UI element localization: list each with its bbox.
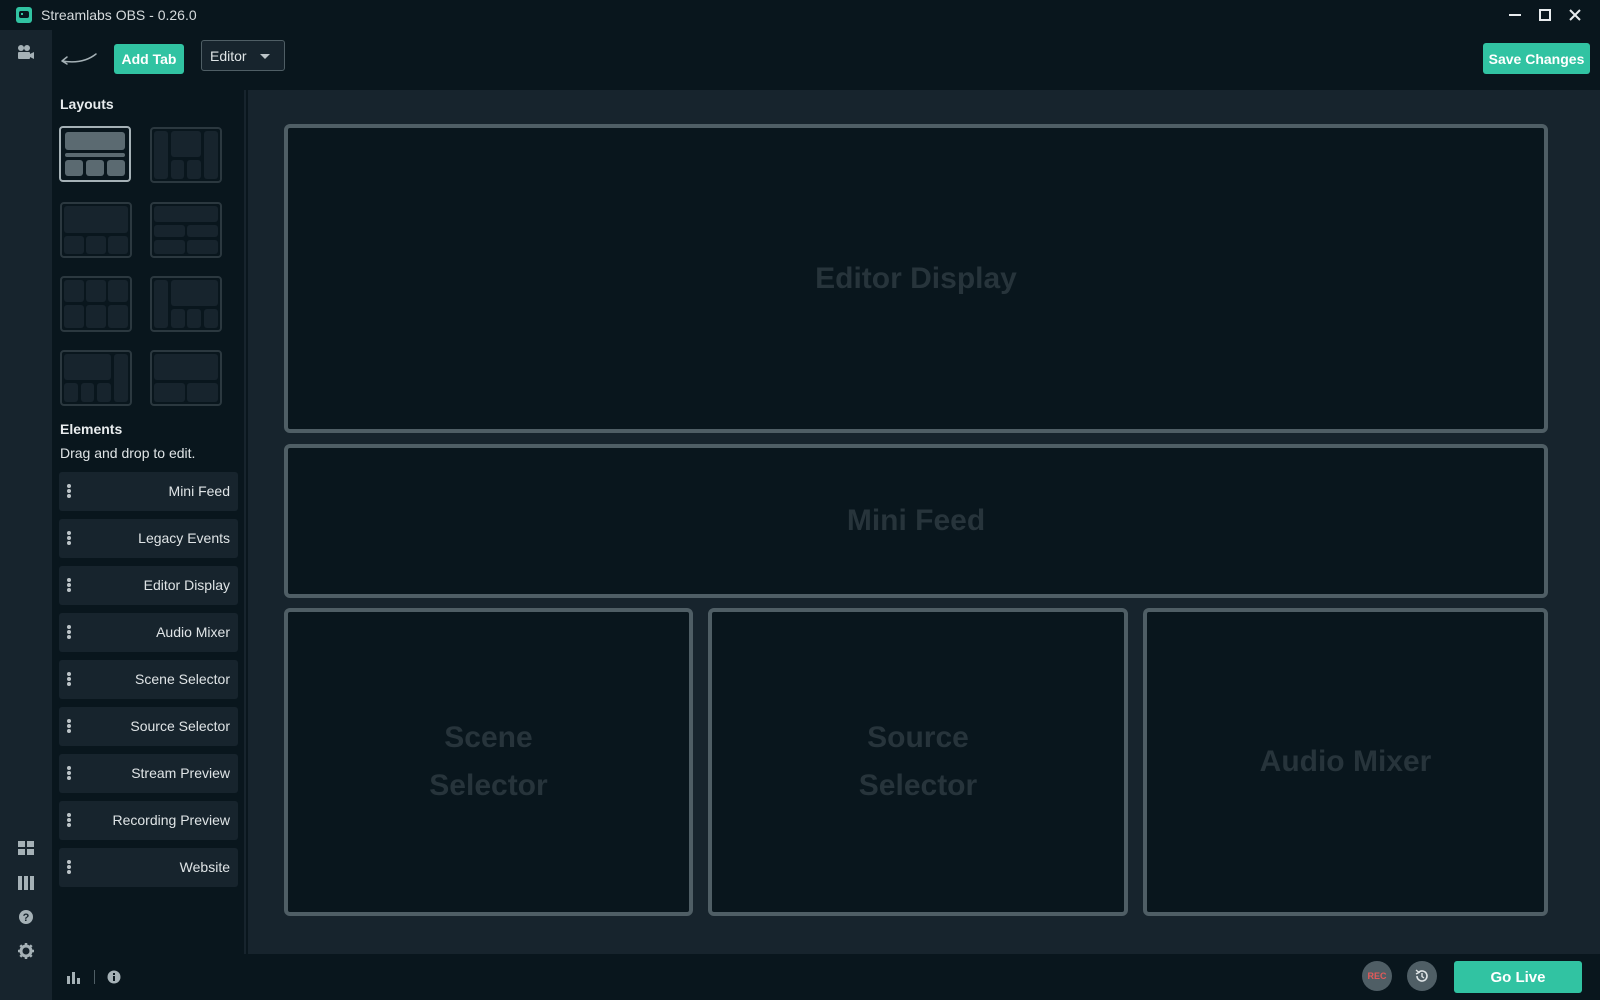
rec-label: REC <box>1367 971 1387 981</box>
window-title: Streamlabs OBS - 0.26.0 <box>41 7 197 23</box>
nav-rail: ? <box>0 30 52 1000</box>
maximize-button[interactable] <box>1530 0 1560 30</box>
title-bar: Streamlabs OBS - 0.26.0 <box>0 0 1600 30</box>
element-website[interactable]: Website <box>59 848 238 887</box>
drag-handle-icon <box>67 719 71 733</box>
element-stream-preview[interactable]: Stream Preview <box>59 754 238 793</box>
maximize-icon <box>1539 9 1551 21</box>
slot-audio-mixer[interactable]: Audio Mixer <box>1143 608 1548 916</box>
layout-option-two-pane[interactable] <box>150 127 222 183</box>
layout-option-sidebar-right[interactable] <box>60 350 132 406</box>
drag-handle-icon <box>67 766 71 780</box>
drag-handle-icon <box>67 813 71 827</box>
drag-handle-icon <box>67 578 71 592</box>
layout-sidebar: Layouts Elements Drag and drop to edit. … <box>52 90 246 954</box>
layout-option-default[interactable] <box>59 126 131 182</box>
svg-text:?: ? <box>23 912 30 924</box>
save-changes-button[interactable]: Save Changes <box>1483 43 1590 74</box>
go-live-button[interactable]: Go Live <box>1454 961 1582 993</box>
elements-hint: Drag and drop to edit. <box>60 445 196 461</box>
element-label: Scene Selector <box>135 671 230 687</box>
editor-tab-select-value: Editor <box>210 47 247 64</box>
element-mini-feed[interactable]: Mini Feed <box>59 472 238 511</box>
slot-label: Audio Mixer <box>1259 745 1432 778</box>
studio-camera-icon[interactable] <box>16 42 36 62</box>
back-arrow-icon[interactable] <box>56 48 100 70</box>
drag-handle-icon <box>67 860 71 874</box>
chevron-down-icon <box>260 54 270 59</box>
layout-canvas: Editor Display Mini Feed Scene Selector … <box>248 90 1600 954</box>
layout-option-grid[interactable] <box>60 276 132 332</box>
slot-label: Editor Display <box>815 261 1017 295</box>
slot-label: Mini Feed <box>846 504 986 537</box>
element-recording-preview[interactable]: Recording Preview <box>59 801 238 840</box>
layout-option-sidebar-left[interactable] <box>150 276 222 332</box>
element-label: Legacy Events <box>138 530 230 546</box>
element-audio-mixer[interactable]: Audio Mixer <box>59 613 238 652</box>
element-source-selector[interactable]: Source Selector <box>59 707 238 746</box>
slot-source-selector[interactable]: Source Selector <box>708 608 1128 916</box>
slot-label: Source Selector <box>858 721 978 802</box>
replay-buffer-icon <box>1415 969 1428 982</box>
settings-gear-icon[interactable] <box>16 941 36 961</box>
add-tab-button[interactable]: Add Tab <box>114 44 184 74</box>
element-label: Website <box>179 859 230 875</box>
drag-handle-icon <box>67 625 71 639</box>
editor-tab-select[interactable]: Editor <box>201 40 285 71</box>
layout-option-pyramid[interactable] <box>150 350 222 406</box>
layout-option-classic[interactable] <box>60 202 132 258</box>
element-label: Audio Mixer <box>156 624 230 640</box>
library-columns-icon[interactable] <box>16 873 36 893</box>
drag-handle-icon <box>67 484 71 498</box>
element-label: Mini Feed <box>168 483 230 499</box>
editor-toolbar: Add Tab Editor Save Changes <box>52 30 1600 90</box>
slot-label: Scene Selector <box>429 721 548 802</box>
element-label: Source Selector <box>130 718 230 734</box>
element-legacy-events[interactable]: Legacy Events <box>59 519 238 558</box>
layout-option-triplets[interactable] <box>150 202 222 258</box>
info-icon[interactable] <box>106 969 122 985</box>
slot-mini-feed[interactable]: Mini Feed <box>284 444 1548 598</box>
streamlabs-logo-icon <box>16 7 32 23</box>
footer-divider <box>94 970 95 984</box>
close-icon <box>1569 9 1581 21</box>
slot-editor-display[interactable]: Editor Display <box>284 124 1548 433</box>
elements-title: Elements <box>60 421 123 437</box>
rec-button[interactable]: REC <box>1362 961 1392 991</box>
drag-handle-icon <box>67 531 71 545</box>
minimize-button[interactable] <box>1500 0 1530 30</box>
layout-grid-icon[interactable] <box>16 838 36 858</box>
element-label: Recording Preview <box>112 812 231 828</box>
element-scene-selector[interactable]: Scene Selector <box>59 660 238 699</box>
drag-handle-icon <box>67 672 71 686</box>
element-label: Stream Preview <box>131 765 230 781</box>
slot-scene-selector[interactable]: Scene Selector <box>284 608 693 916</box>
help-icon[interactable]: ? <box>16 907 36 927</box>
element-label: Editor Display <box>143 577 230 593</box>
minimize-icon <box>1509 14 1521 16</box>
replay-buffer-button[interactable] <box>1407 961 1437 991</box>
performance-chart-icon[interactable] <box>66 969 82 985</box>
footer-bar: REC Go Live <box>52 954 1600 1000</box>
layouts-title: Layouts <box>60 96 114 112</box>
element-editor-display[interactable]: Editor Display <box>59 566 238 605</box>
close-button[interactable] <box>1560 0 1590 30</box>
window-controls <box>1500 0 1590 30</box>
